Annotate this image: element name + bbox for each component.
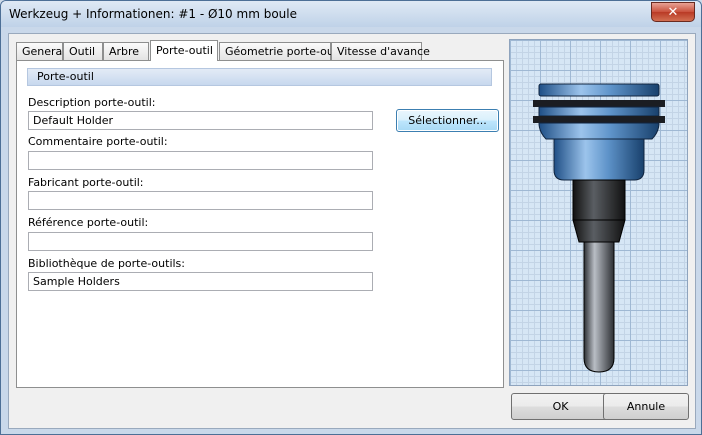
library-label: Bibliothèque de porte-outils: [28, 257, 185, 270]
close-button[interactable]: ✕ [651, 2, 695, 22]
tab-vitesse-avance[interactable]: Vitesse d'avance [331, 42, 430, 60]
description-input[interactable] [28, 111, 373, 130]
library-input[interactable] [28, 272, 373, 291]
tool-holder-illustration [533, 83, 665, 373]
porte-outil-panel: Porte-outil Description porte-outil: Sél… [16, 60, 504, 388]
comment-input[interactable] [28, 151, 373, 170]
tool-preview [509, 39, 688, 386]
tab-porte-outil[interactable]: Porte-outil [150, 40, 218, 61]
manufacturer-label: Fabricant porte-outil: [28, 176, 144, 189]
reference-label: Référence porte-outil: [28, 216, 149, 229]
tab-outil[interactable]: Outil [63, 42, 103, 60]
select-holder-button[interactable]: Sélectionner... [396, 109, 499, 132]
title-bar[interactable]: Werkzeug + Informationen: #1 - Ø10 mm bo… [1, 1, 701, 27]
manufacturer-input[interactable] [28, 191, 373, 210]
description-label: Description porte-outil: [28, 96, 156, 109]
reference-input[interactable] [28, 232, 373, 251]
cancel-button[interactable]: Annule [603, 393, 689, 420]
section-header: Porte-outil [27, 68, 492, 86]
tab-general[interactable]: General [16, 42, 65, 60]
dialog-client-area: General Outil Arbre Porte-outil Géometri… [8, 33, 696, 429]
ok-button[interactable]: OK [511, 393, 610, 420]
tool-info-dialog: Werkzeug + Informationen: #1 - Ø10 mm bo… [0, 0, 702, 435]
comment-label: Commentaire porte-outil: [28, 135, 168, 148]
close-icon: ✕ [667, 4, 679, 20]
tab-arbre[interactable]: Arbre [103, 42, 149, 60]
window-title: Werkzeug + Informationen: #1 - Ø10 mm bo… [9, 7, 297, 21]
tab-geometrie-porte-outil[interactable]: Géometrie porte-outil [219, 42, 344, 60]
